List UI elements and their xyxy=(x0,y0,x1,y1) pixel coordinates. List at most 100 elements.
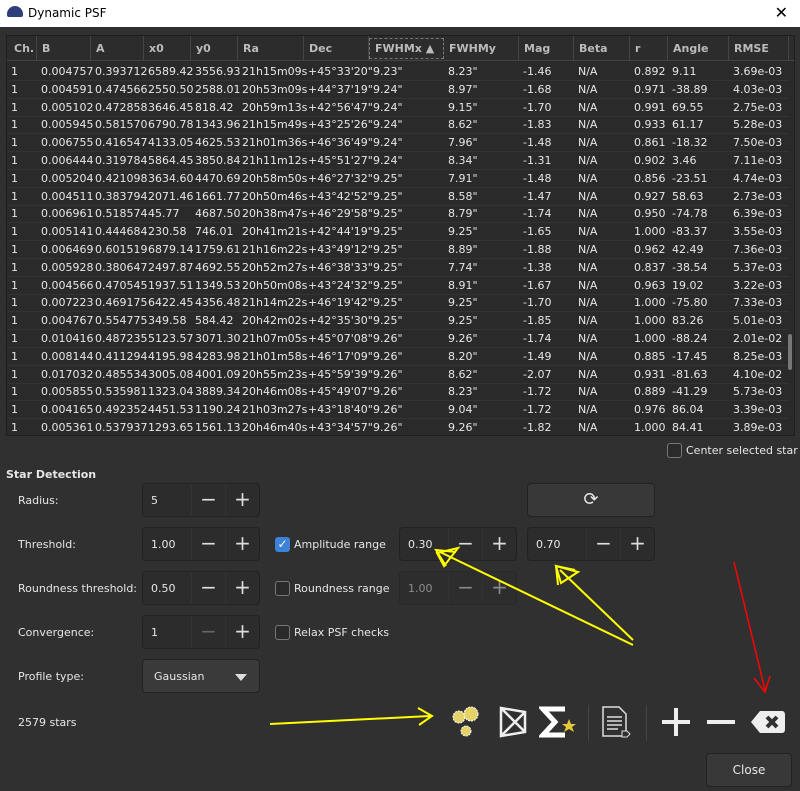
cell-a: 0.421098 xyxy=(95,171,148,185)
table-row[interactable]: 1 0.007223 0.469175 6422.45 4356.48 21h14m22s… xyxy=(7,294,789,313)
profile-type-dropdown[interactable]: Gaussian xyxy=(142,659,260,693)
threshold-value[interactable]: 1.00 xyxy=(151,538,176,551)
table-row[interactable]: 1 0.004165 0.492352 4451.53 1190.24 21h03m27s… xyxy=(7,401,789,420)
mosaic-button[interactable] xyxy=(496,700,530,744)
cell-ra: 21h01m36s xyxy=(242,136,308,150)
radius-label: Radius: xyxy=(18,494,59,507)
stars-table[interactable]: Ch. B Ax0 y0 Ra Dec FWHMx ▲ FWHMy Mag Beta r Angle R… xyxy=(6,35,795,436)
cell-y0: 4283.98 xyxy=(195,349,241,363)
cell-fwhmx: 9.26" xyxy=(373,349,403,363)
column-header-label: r xyxy=(635,42,641,55)
roundness-min-plus-button[interactable]: + xyxy=(482,572,516,604)
profile-type-value: Gaussian xyxy=(154,670,205,683)
add-star-button[interactable] xyxy=(658,700,694,744)
table-row[interactable]: 1 0.006469 0.601519 6879.14 1759.61 21h16m22s… xyxy=(7,241,789,259)
roundness-threshold-spinbox[interactable]: 0.50 − + xyxy=(142,571,260,605)
cell-rmse: 3.89e-03 xyxy=(733,421,783,434)
column-header-ch[interactable]: Ch. xyxy=(9,36,37,61)
roundness-min-spinbox[interactable]: 1.00 − + xyxy=(399,571,517,605)
table-row[interactable]: 1 0.005361 0.537937 1293.65 1561.13 20h46m40s… xyxy=(7,419,789,435)
close-button[interactable]: Close xyxy=(706,753,792,787)
table-row[interactable]: 1 0.004591 0.474566 2550.50 2588.01 20h53m09s… xyxy=(7,81,789,99)
column-header-label: A xyxy=(96,42,105,55)
table-row[interactable]: 1 0.005204 0.421098 3634.60 4470.69 20h58m50s… xyxy=(7,170,789,188)
table-row[interactable]: 1 0.006961 0.518574 45.77 4687.50 20h38m47s +4… xyxy=(7,205,789,224)
radius-value[interactable]: 5 xyxy=(151,494,158,507)
center-selected-star-checkbox[interactable] xyxy=(667,443,682,458)
table-row[interactable]: 1 0.008144 0.411294 4195.98 4283.98 21h01m58s… xyxy=(7,348,789,366)
column-header-ra[interactable]: Ra xyxy=(238,36,304,61)
refresh-button[interactable]: ⟳ xyxy=(527,483,655,517)
cell-mag: -1.72 xyxy=(523,385,552,399)
amplitude-min-spinbox[interactable]: 0.30 − + xyxy=(399,527,517,561)
cell-x0: 2550.50 xyxy=(148,82,194,96)
cell-fwhmx: 9.26" xyxy=(373,367,403,381)
threshold-minus-button[interactable]: − xyxy=(191,528,225,560)
table-row[interactable]: 1 0.006755 0.416547 4133.05 4625.53 21h01m36s… xyxy=(7,134,789,153)
column-header-dec[interactable]: Dec xyxy=(304,36,369,61)
table-row[interactable]: 1 0.005102 0.472858 3646.45 818.42 20h59m13s +… xyxy=(7,99,789,117)
roundness-threshold-minus-button[interactable]: − xyxy=(191,572,225,604)
threshold-plus-button[interactable]: + xyxy=(225,528,259,560)
convergence-minus-button[interactable]: − xyxy=(191,616,225,648)
table-scrollbar[interactable] xyxy=(788,334,792,370)
column-header-angle[interactable]: Angle xyxy=(668,36,729,61)
column-header-fwhmx[interactable]: FWHMx ▲ xyxy=(369,38,444,59)
find-stars-button[interactable] xyxy=(447,700,487,744)
table-row[interactable]: 1 0.005928 0.380647 2497.87 4692.55 20h52m27s… xyxy=(7,259,789,277)
table-row[interactable]: 1 0.005141 0.444684 230.58 746.01 20h41m21s +4… xyxy=(7,223,789,242)
threshold-spinbox[interactable]: 1.00 − + xyxy=(142,527,260,561)
roundness-min-minus-button[interactable]: − xyxy=(448,572,482,604)
table-row[interactable]: 1 0.006444 0.319784 5864.45 3850.84 21h11m12s… xyxy=(7,152,789,170)
amplitude-max-value[interactable]: 0.70 xyxy=(536,538,561,551)
cell-x0: 3005.08 xyxy=(148,367,194,381)
convergence-spinbox[interactable]: 1 − + xyxy=(142,615,260,649)
clear-all-button[interactable] xyxy=(748,700,788,744)
cell-ra: 20h50m46s xyxy=(242,189,308,203)
convergence-plus-button[interactable]: + xyxy=(225,616,259,648)
column-header-b[interactable]: B xyxy=(37,36,91,61)
convergence-value[interactable]: 1 xyxy=(151,626,158,639)
average-psf-button[interactable] xyxy=(538,700,578,744)
cell-beta: N/A xyxy=(578,171,598,185)
column-header-mag[interactable]: Mag xyxy=(519,36,574,61)
remove-star-button[interactable] xyxy=(703,700,739,744)
cell-b: 0.005204 xyxy=(41,171,94,185)
amplitude-min-value[interactable]: 0.30 xyxy=(408,538,433,551)
amplitude-max-spinbox[interactable]: 0.70 − + xyxy=(527,527,655,561)
roundness-threshold-value[interactable]: 0.50 xyxy=(151,582,176,595)
roundness-threshold-plus-button[interactable]: + xyxy=(225,572,259,604)
column-header-y0[interactable]: y0 xyxy=(191,36,238,61)
table-row[interactable]: 1 0.004511 0.383794 2071.46 1661.77 20h50m46s… xyxy=(7,188,789,206)
relax-psf-checks-checkbox[interactable] xyxy=(275,625,290,640)
column-header-a[interactable]: A xyxy=(91,36,144,61)
table-row[interactable]: 1 0.017032 0.485534 3005.08 4001.09 20h55m23s… xyxy=(7,366,789,384)
column-header-fwhmy[interactable]: FWHMy xyxy=(444,36,519,61)
table-row[interactable]: 1 0.004757 0.393712 6589.42 3556.93 21h15m09s… xyxy=(7,63,789,81)
column-header-r[interactable]: r xyxy=(630,36,668,61)
table-row[interactable]: 1 0.004767 0.554775 349.58 584.42 20h42m02s +4… xyxy=(7,312,789,331)
roundness-range-checkbox[interactable] xyxy=(275,581,290,596)
amplitude-range-checkbox[interactable]: ✓ xyxy=(275,537,290,552)
cell-ch: 1 xyxy=(11,421,18,434)
column-header-rmse[interactable]: RMSE xyxy=(729,36,789,61)
cell-mag: -1.49 xyxy=(523,349,552,363)
cell-fwhmx: 9.25" xyxy=(373,314,403,328)
cell-angle: -41.29 xyxy=(672,385,708,399)
table-row[interactable]: 1 0.004566 0.470545 1937.51 1349.53 20h50m08s… xyxy=(7,277,789,295)
table-row[interactable]: 1 0.005945 0.581570 6790.78 1343.96 21h15m49s… xyxy=(7,116,789,135)
amplitude-max-plus-button[interactable]: + xyxy=(620,528,654,560)
radius-minus-button[interactable]: − xyxy=(191,484,225,516)
close-icon[interactable]: ✕ xyxy=(775,3,788,22)
roundness-min-value[interactable]: 1.00 xyxy=(408,582,433,595)
amplitude-max-minus-button[interactable]: − xyxy=(586,528,620,560)
table-row[interactable]: 1 0.010416 0.487235 5123.57 3071.30 21h07m05s… xyxy=(7,330,789,348)
radius-plus-button[interactable]: + xyxy=(225,484,259,516)
amplitude-min-minus-button[interactable]: − xyxy=(448,528,482,560)
column-header-x0[interactable]: x0 xyxy=(144,36,191,61)
export-button[interactable] xyxy=(598,700,634,744)
table-row[interactable]: 1 0.005855 0.535981 1323.04 3889.34 20h46m08s… xyxy=(7,383,789,402)
radius-spinbox[interactable]: 5 − + xyxy=(142,483,260,517)
column-header-beta[interactable]: Beta xyxy=(574,36,630,61)
amplitude-min-plus-button[interactable]: + xyxy=(482,528,516,560)
